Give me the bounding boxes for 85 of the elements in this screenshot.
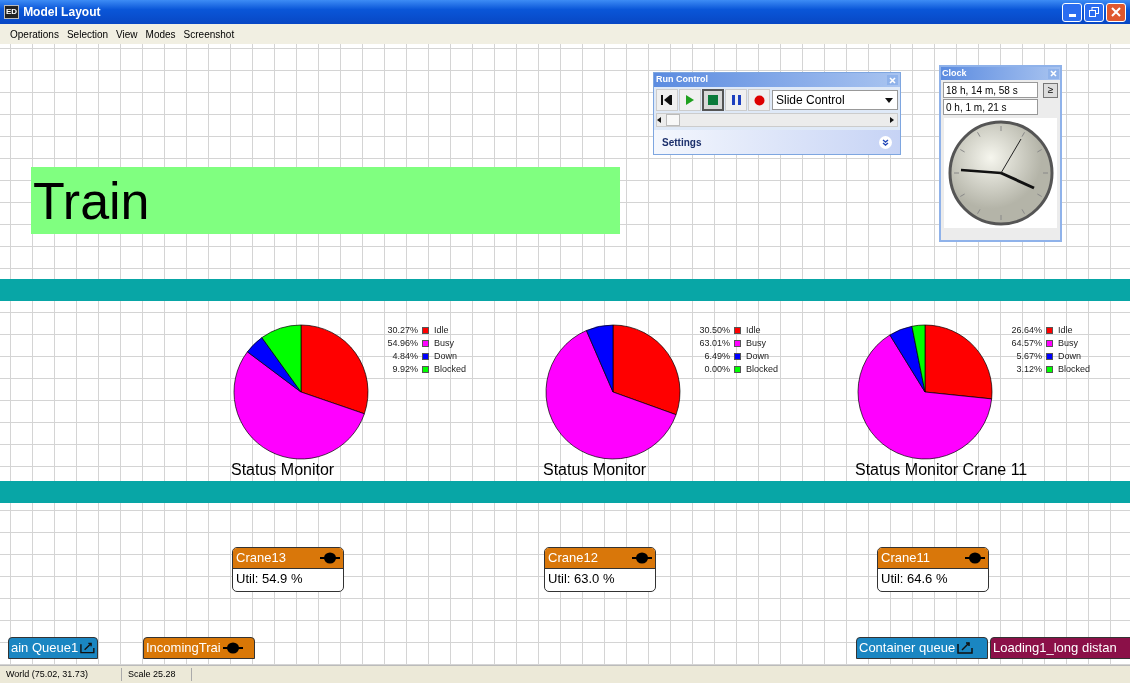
model-node[interactable]: ain Queue1 (8, 637, 98, 659)
legend-label: Blocked (434, 363, 467, 376)
legend-label: Down (746, 350, 769, 363)
scrollbar[interactable] (656, 113, 898, 127)
chart-title: Status Monitor (543, 460, 647, 480)
node-handle-icon (222, 642, 243, 654)
node-title: Crane11 (881, 549, 930, 568)
legend-value: 3.12% (1015, 363, 1042, 376)
node-title: Loading1_long distan (993, 639, 1117, 658)
legend-label: Blocked (746, 363, 779, 376)
app-logo: ED (4, 5, 20, 19)
scroll-right-icon (890, 117, 894, 123)
crane-node[interactable]: Crane12 Util: 63.0 % (544, 547, 656, 592)
legend-label: Blocked (1058, 363, 1091, 376)
node-title: Crane12 (548, 549, 598, 568)
status-text: Scale 25.28 (122, 667, 192, 682)
menu-item[interactable]: Modes (145, 26, 176, 42)
restore-button[interactable] (1084, 2, 1104, 22)
model-node[interactable]: Loading1_long distan (990, 637, 1130, 659)
legend-value: 30.50% (698, 324, 730, 337)
mode-dropdown[interactable]: Slide Control (772, 90, 898, 110)
scrollbar-thumb[interactable] (666, 114, 680, 126)
legend-label: Busy (746, 337, 766, 350)
crane-node[interactable]: Crane13 Util: 54.9 % (232, 547, 344, 592)
utilization-text: Util: 63.0 % (547, 570, 616, 588)
legend-value: 9.92% (391, 363, 418, 376)
node-handle-icon (320, 552, 340, 564)
panel-title: Run Control (656, 73, 708, 87)
model-node[interactable]: Container queue (856, 637, 988, 659)
menu-item[interactable]: View (116, 26, 138, 42)
legend-value: 26.64% (1010, 324, 1042, 337)
scroll-left-icon (657, 117, 661, 123)
legend-value: 64.57% (1010, 337, 1042, 350)
time-field[interactable]: 18 h, 14 m, 58 s (943, 82, 1038, 98)
legend-value: 5.67% (1015, 350, 1042, 363)
legend-value: 0.00% (703, 363, 730, 376)
utilization-text: Util: 54.9 % (235, 570, 304, 588)
legend-value: 30.27% (386, 324, 418, 337)
queue-icon (80, 642, 95, 654)
node-handle-icon (632, 552, 652, 564)
minimize-button[interactable] (1062, 2, 1082, 22)
close-button[interactable] (1106, 2, 1126, 22)
step-button[interactable]: ≥ (1043, 82, 1058, 98)
node-title: ain Queue1 (11, 639, 79, 658)
minimize-icon (1068, 13, 1076, 17)
legend-value: 4.84% (391, 350, 418, 363)
step-field[interactable]: 0 h, 1 m, 21 s (943, 99, 1038, 115)
train-label: Train (31, 167, 620, 234)
dropdown-arrow-icon (885, 97, 893, 103)
close-icon (889, 76, 896, 84)
chart-title: Status Monitor (231, 460, 335, 480)
node-title: IncomingTrai (146, 639, 221, 658)
legend-value: 54.96% (386, 337, 418, 350)
legend-label: Idle (746, 324, 761, 337)
close-icon (1050, 70, 1057, 77)
play-icon (686, 95, 694, 105)
settings-header[interactable]: Settings (662, 134, 702, 150)
legend-label: Busy (434, 337, 454, 350)
node-handle-icon (965, 552, 985, 564)
legend-value: 6.49% (703, 350, 730, 363)
legend-label: Down (1058, 350, 1081, 363)
menu-item[interactable]: Operations (10, 26, 59, 42)
record-icon (753, 94, 765, 106)
restore-icon (1089, 7, 1099, 17)
utilization-text: Util: 64.6 % (880, 570, 949, 588)
legend-value: 63.01% (698, 337, 730, 350)
stop-icon (708, 95, 718, 105)
legend-label: Idle (434, 324, 449, 337)
crane-node[interactable]: Crane11 Util: 64.6 % (877, 547, 989, 592)
menu-item[interactable]: Selection (66, 26, 109, 42)
window-title: Model Layout (23, 4, 101, 21)
menu-item[interactable]: Screenshot (183, 26, 235, 42)
skip-back-icon (661, 95, 673, 105)
expand-chevron-icon[interactable] (879, 135, 892, 149)
panel-title: Clock (942, 66, 967, 80)
legend-label: Idle (1058, 324, 1073, 337)
node-title: Container queue (859, 639, 956, 658)
status-text: World (75.02, 31.73) (0, 667, 122, 682)
pause-icon (731, 95, 741, 105)
legend-label: Down (434, 350, 457, 363)
legend-label: Busy (1058, 337, 1078, 350)
queue-icon (957, 642, 974, 654)
chart-title: Status Monitor Crane 11 (855, 460, 1028, 480)
close-icon (1111, 7, 1121, 17)
node-title: Crane13 (236, 549, 286, 568)
